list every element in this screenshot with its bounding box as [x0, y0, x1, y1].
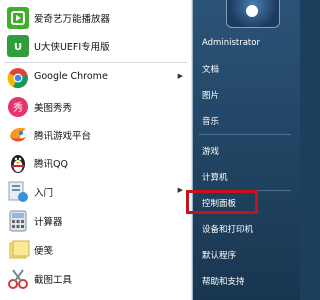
udaxia-uefi-icon: U: [7, 35, 29, 57]
right-item-label: 图片: [202, 91, 220, 101]
user-name-link[interactable]: Administrator: [196, 33, 296, 55]
right-item-devices-printers[interactable]: 设备和打印机: [196, 218, 296, 240]
iqiyi-player-icon: [7, 7, 29, 29]
right-divider: [199, 134, 291, 135]
menu-item-chrome[interactable]: Google Chrome ▶: [0, 64, 191, 92]
menu-divider: [4, 62, 187, 63]
menu-item-snipping-tool[interactable]: 截图工具: [0, 265, 191, 293]
menu-item-label: U大侠UEFI专用版: [34, 42, 110, 53]
sticky-notes-icon: [9, 240, 30, 259]
right-item-documents[interactable]: 文档: [196, 58, 296, 80]
menu-item-label: 爱奇艺万能播放器: [34, 14, 111, 25]
right-item-label: 文档: [202, 65, 220, 75]
menu-item-iqiyi[interactable]: 爱奇艺万能播放器: [0, 4, 191, 32]
right-item-default-programs[interactable]: 默认程序: [196, 244, 296, 266]
places-panel: Administrator 文档 图片 音乐 游戏 计算机 控制面板 设备和打印…: [193, 0, 300, 300]
menu-item-label: 腾讯游戏平台: [34, 131, 92, 142]
snipping-tool-icon: [8, 269, 28, 289]
getting-started-icon: [8, 181, 28, 202]
right-item-label: 默认程序: [202, 251, 237, 261]
menu-item-label: 便笺: [34, 246, 54, 257]
submenu-arrow-icon: ▶: [177, 72, 183, 80]
menu-item-label: 美图秀秀: [34, 103, 73, 114]
right-item-games[interactable]: 游戏: [196, 140, 296, 162]
right-item-label: 音乐: [202, 117, 220, 127]
menu-item-label: 入门: [34, 188, 54, 199]
menu-item-qq[interactable]: 腾讯QQ: [0, 149, 191, 177]
tencent-games-icon: [10, 127, 26, 142]
right-item-label: 游戏: [202, 147, 220, 157]
right-item-help-support[interactable]: 帮助和支持: [196, 270, 296, 292]
menu-item-getting-started[interactable]: 入门 ▶: [0, 178, 191, 206]
menu-item-sticky-notes[interactable]: 便笺: [0, 236, 191, 264]
menu-item-calculator[interactable]: 计算器: [0, 207, 191, 235]
menu-item-label: 截图工具: [34, 275, 73, 286]
menu-item-label: 腾讯QQ: [34, 159, 68, 170]
right-item-label: 帮助和支持: [202, 277, 245, 287]
menu-item-meitu[interactable]: 秀 美图秀秀: [0, 93, 191, 121]
right-item-label: 计算机: [202, 173, 228, 183]
right-item-computer[interactable]: 计算机: [196, 166, 296, 188]
control-panel-highlight: [186, 190, 258, 214]
right-item-label: 设备和打印机: [202, 225, 254, 235]
chrome-icon: [7, 68, 28, 89]
menu-item-tencent-games[interactable]: 腾讯游戏平台: [0, 121, 191, 149]
qq-penguin-icon: [11, 155, 25, 173]
calculator-icon: [9, 210, 27, 232]
menu-item-udaxia[interactable]: U U大侠UEFI专用版: [0, 32, 191, 60]
user-name: Administrator: [202, 38, 260, 48]
meitu-icon: 秀: [8, 97, 28, 117]
svg-text:U: U: [14, 42, 22, 53]
menu-item-label: 计算器: [34, 217, 63, 228]
right-item-music[interactable]: 音乐: [196, 110, 296, 132]
menu-item-label: Google Chrome: [34, 71, 108, 82]
submenu-arrow-icon: ▶: [177, 186, 183, 194]
right-item-pictures[interactable]: 图片: [196, 84, 296, 106]
programs-panel: 爱奇艺万能播放器 U U大侠UEFI专用版 Google Chrome ▶ 秀 …: [0, 0, 193, 300]
svg-text:秀: 秀: [13, 102, 23, 114]
